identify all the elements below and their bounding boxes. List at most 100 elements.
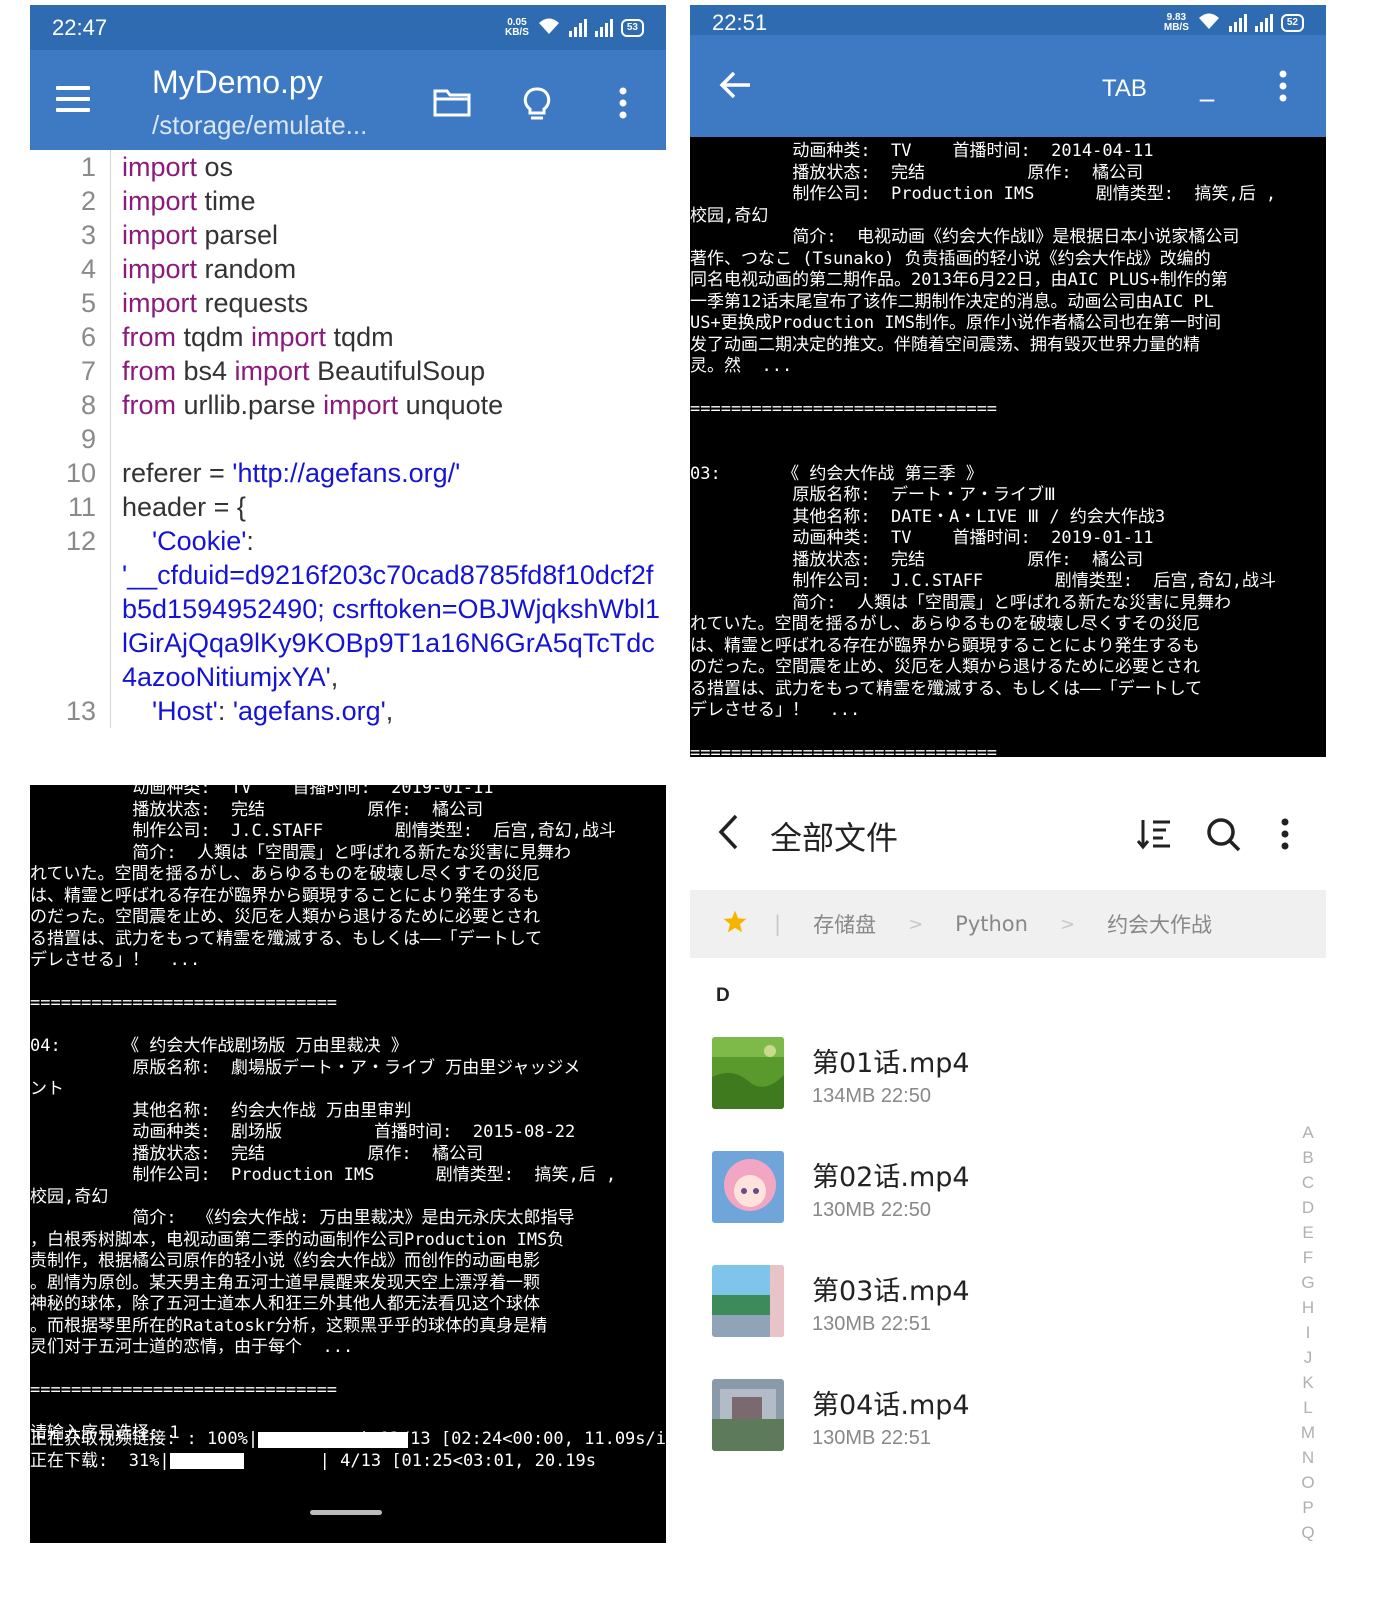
- code-token: requests: [197, 288, 309, 318]
- video-thumbnail: [712, 1379, 784, 1451]
- signal-icon: [1228, 13, 1247, 32]
- file-name: 第02话.mp4: [812, 1162, 970, 1193]
- code-token: urllib.parse: [176, 390, 324, 420]
- keyword-token: import: [251, 322, 327, 352]
- file-item[interactable]: 第04话.mp4 130MB 22:51: [712, 1379, 1272, 1459]
- status-bar: 22:47 0.05 KB/S 53: [30, 5, 666, 50]
- line-number: 13: [65, 696, 96, 726]
- line-number: 6: [80, 322, 96, 352]
- progress-bar: [169, 1453, 320, 1470]
- code-text: import requests: [122, 286, 308, 320]
- tab-button[interactable]: TAB: [1102, 75, 1147, 103]
- code-line[interactable]: 5 import requests: [30, 286, 666, 320]
- code-line[interactable]: 11 header = {: [30, 490, 666, 524]
- star-icon[interactable]: [722, 909, 748, 940]
- code-area[interactable]: 1 import os 2 import time 3 import parsel 4 imp…: [30, 150, 666, 728]
- code-line[interactable]: 8 from urllib.parse import unquote: [30, 388, 666, 422]
- line-number: 3: [80, 220, 96, 250]
- alphabet-letter[interactable]: Q: [1301, 1520, 1314, 1543]
- breadcrumb-python[interactable]: Python: [955, 912, 1028, 936]
- alphabet-letter[interactable]: B: [1302, 1145, 1313, 1170]
- alphabet-letter[interactable]: G: [1301, 1270, 1314, 1295]
- minimize-button[interactable]: _: [1200, 69, 1214, 102]
- alphabet-letter[interactable]: N: [1302, 1445, 1314, 1470]
- keyword-token: import: [122, 186, 198, 216]
- code-line[interactable]: 4 import random: [30, 252, 666, 286]
- alphabet-letter[interactable]: K: [1302, 1370, 1313, 1395]
- code-text: from bs4 import BeautifulSoup: [122, 354, 485, 388]
- breadcrumb-folder[interactable]: 约会大作战: [1107, 909, 1212, 939]
- alphabet-letter[interactable]: M: [1301, 1420, 1315, 1445]
- folder-icon[interactable]: [432, 86, 472, 122]
- code-line[interactable]: 7 from bs4 import BeautifulSoup: [30, 354, 666, 388]
- terminal-output: 动画种类: TV 首播时间: 2014-04-11 播放状态: 完结 原作: 橘…: [690, 141, 1277, 757]
- progress-line: 正在下载: 31%| | 4/13 [01:25<03:01, 20.19s: [30, 1451, 666, 1473]
- more-options-icon[interactable]: [618, 86, 628, 124]
- code-line[interactable]: 2 import time: [30, 184, 666, 218]
- alphabet-index[interactable]: ABCDEFGHIJKLMNOPQ: [1298, 1120, 1318, 1543]
- code-line[interactable]: 12 'Cookie':: [30, 524, 666, 558]
- breadcrumb-storage[interactable]: 存储盘: [813, 909, 876, 939]
- search-icon[interactable]: [1206, 817, 1242, 857]
- file-item[interactable]: 第03话.mp4 130MB 22:51: [712, 1265, 1272, 1345]
- lightbulb-icon[interactable]: [522, 86, 552, 126]
- code-token: bs4: [176, 356, 235, 386]
- alphabet-letter[interactable]: H: [1302, 1295, 1314, 1320]
- file-name: 第01话.mp4: [812, 1048, 970, 1079]
- sort-icon[interactable]: [1136, 817, 1172, 855]
- line-number: 2: [80, 186, 96, 216]
- more-options-icon[interactable]: [1280, 817, 1290, 855]
- keyword-token: import: [122, 220, 198, 250]
- line-number: 8: [80, 390, 96, 420]
- progress-label: 正在获取视频链接: : 100%|: [30, 1429, 259, 1449]
- app-bar: TAB _: [690, 35, 1326, 137]
- line-number: [30, 558, 110, 694]
- terminal-output: 动画种类: TV 首播时间: 2019-01-11 播放状态: 完结 原作: 橘…: [30, 785, 617, 1443]
- keyword-token: import: [323, 390, 399, 420]
- more-options-icon[interactable]: [1278, 69, 1288, 107]
- file-item[interactable]: 第01话.mp4 134MB 22:50: [712, 1037, 1272, 1117]
- signal-icon-2: [1254, 13, 1273, 32]
- code-line[interactable]: 10 referer = 'http://agefans.org/': [30, 456, 666, 490]
- gesture-handle[interactable]: [310, 1510, 382, 1515]
- alphabet-letter[interactable]: C: [1302, 1170, 1314, 1195]
- page-title: 全部文件: [770, 819, 899, 857]
- code-line[interactable]: 9: [30, 422, 666, 456]
- alphabet-letter[interactable]: J: [1304, 1345, 1313, 1370]
- alphabet-letter[interactable]: F: [1303, 1245, 1313, 1270]
- code-token: referer =: [122, 458, 233, 488]
- code-token: :: [217, 696, 233, 726]
- file-meta: 130MB 22:50: [812, 1199, 931, 1221]
- code-line[interactable]: 1 import os: [30, 150, 666, 184]
- code-text: import os: [122, 150, 233, 184]
- code-token: BeautifulSoup: [309, 356, 486, 386]
- alphabet-letter[interactable]: D: [1302, 1195, 1314, 1220]
- menu-icon[interactable]: [56, 86, 90, 119]
- alphabet-letter[interactable]: L: [1303, 1395, 1312, 1420]
- keyword-token: from: [122, 356, 176, 386]
- alphabet-letter[interactable]: I: [1306, 1320, 1311, 1345]
- alphabet-letter[interactable]: O: [1301, 1470, 1314, 1495]
- back-chevron-icon[interactable]: [716, 813, 740, 860]
- code-line[interactable]: 13 'Host': 'agefans.org',: [30, 694, 666, 728]
- code-line[interactable]: '__cfduid=d9216f203c70cad8785fd8f10dcf2f…: [30, 558, 666, 694]
- file-item[interactable]: 第02话.mp4 130MB 22:50: [712, 1151, 1272, 1231]
- video-thumbnail: [712, 1037, 784, 1109]
- code-token: ,: [330, 662, 339, 692]
- code-text: '__cfduid=d9216f203c70cad8785fd8f10dcf2f…: [122, 558, 662, 694]
- back-arrow-icon[interactable]: [718, 69, 752, 109]
- network-speed: 9.83 MB/S: [1163, 11, 1189, 33]
- alphabet-letter[interactable]: P: [1302, 1495, 1313, 1520]
- progress-fill: [258, 1431, 409, 1448]
- alphabet-letter[interactable]: A: [1302, 1120, 1313, 1145]
- line-number: 12: [65, 526, 96, 556]
- code-token: unquote: [398, 390, 504, 420]
- code-line[interactable]: 6 from tqdm import tqdm: [30, 320, 666, 354]
- alphabet-letter[interactable]: E: [1302, 1220, 1313, 1245]
- code-token: ,: [385, 696, 394, 726]
- code-text: header = {: [122, 490, 246, 524]
- code-line[interactable]: 3 import parsel: [30, 218, 666, 252]
- line-number: 10: [65, 458, 96, 488]
- wifi-icon: [1197, 12, 1221, 33]
